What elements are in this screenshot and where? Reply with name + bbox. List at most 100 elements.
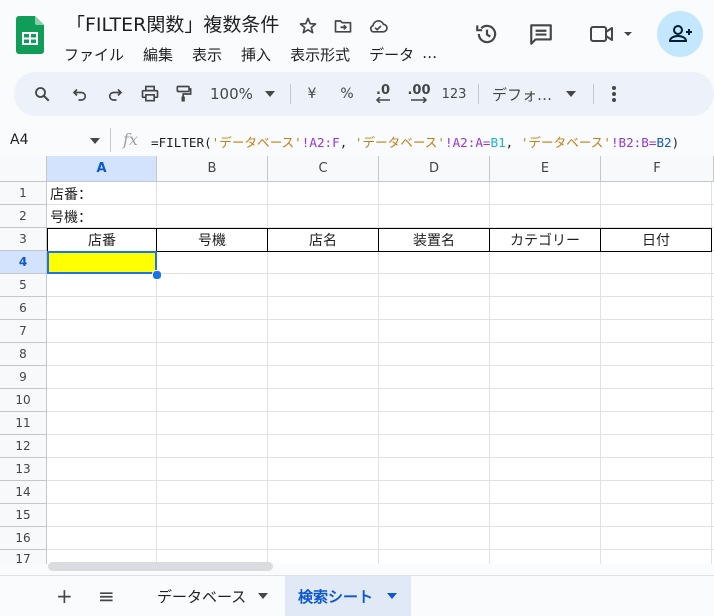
arrow-left-icon xyxy=(375,97,390,103)
redo-icon xyxy=(108,88,123,101)
chevron-down-icon xyxy=(264,91,275,97)
sheet-tab-search[interactable]: 検索シート xyxy=(285,576,411,616)
select-all-corner[interactable] xyxy=(0,156,47,182)
cell-d3[interactable]: 装置名 xyxy=(379,228,490,252)
column-header-e[interactable]: E xyxy=(490,156,601,182)
row-header[interactable]: 13 xyxy=(0,458,47,481)
document-title[interactable]: 「FILTER関数」複数条件 xyxy=(66,10,279,37)
share-button[interactable] xyxy=(657,11,703,57)
column-header-a[interactable]: A xyxy=(47,156,157,182)
formula-range: !B2:B= xyxy=(610,135,657,150)
decrease-decimal-button[interactable]: .0 xyxy=(370,72,396,116)
search-icon xyxy=(35,87,50,102)
row-header-active[interactable]: 4 xyxy=(0,251,47,274)
row-header[interactable]: 14 xyxy=(0,481,47,504)
print-icon xyxy=(141,85,159,102)
column-header-b[interactable]: B xyxy=(157,156,268,182)
toolbar-divider xyxy=(593,84,594,104)
row-header[interactable]: 6 xyxy=(0,297,47,320)
cell-e3[interactable]: カテゴリー xyxy=(490,228,601,252)
column-header-f[interactable]: F xyxy=(601,156,714,182)
row-header[interactable]: 3 xyxy=(0,228,47,251)
add-sheet-button[interactable]: + xyxy=(56,576,73,616)
search-menus-button[interactable] xyxy=(30,72,54,116)
row-header[interactable]: 1 xyxy=(0,182,47,205)
percent-format-button[interactable]: % xyxy=(335,72,359,116)
fill-handle[interactable] xyxy=(152,270,162,280)
cell-c3[interactable]: 店名 xyxy=(268,228,379,252)
menu-view[interactable]: 表示 xyxy=(192,44,222,65)
row-header[interactable]: 9 xyxy=(0,366,47,389)
cell-b3[interactable]: 号機 xyxy=(157,228,268,252)
row-header[interactable]: 5 xyxy=(0,274,47,297)
cloud-status-icon[interactable] xyxy=(367,16,389,36)
formula-ref: B1 xyxy=(490,135,506,150)
menu-data[interactable]: データ xyxy=(369,44,414,65)
print-button[interactable] xyxy=(138,72,162,116)
cell-a3[interactable]: 店番 xyxy=(47,228,157,252)
sheets-logo-icon[interactable] xyxy=(16,16,44,54)
cell-f3[interactable]: 日付 xyxy=(601,228,712,252)
formula-string: 'データベース' xyxy=(520,135,611,150)
undo-button[interactable] xyxy=(68,72,92,116)
menu-insert[interactable]: 挿入 xyxy=(241,44,271,65)
font-value: デフォ… xyxy=(492,85,553,104)
toolbar: 100% ¥ % .0 .00 123 デフォ… xyxy=(14,72,714,116)
more-options-button[interactable] xyxy=(602,72,626,116)
menu-bar: ファイル 編集 表示 挿入 表示形式 データ … xyxy=(64,44,456,65)
all-sheets-button[interactable]: ≡ xyxy=(98,576,116,616)
increase-decimal-button[interactable]: .00 xyxy=(404,72,434,116)
row-header[interactable]: 17 xyxy=(0,550,47,564)
spreadsheet-grid: A B C D E F 1 2 3 4 5 6 7 8 9 10 11 12 1… xyxy=(0,156,714,564)
toolbar-divider xyxy=(290,84,291,104)
column-header-c[interactable]: C xyxy=(268,156,379,182)
row-header[interactable]: 10 xyxy=(0,389,47,412)
cell-a2[interactable]: 号機： xyxy=(47,205,157,228)
chevron-down-icon xyxy=(387,593,398,599)
chevron-down-icon[interactable] xyxy=(90,138,100,144)
comment-icon[interactable] xyxy=(528,21,554,47)
formula-string: 'データベース' xyxy=(354,135,445,150)
add-person-icon xyxy=(668,25,692,42)
arrow-right-icon xyxy=(411,97,428,103)
zoom-select[interactable]: 100% xyxy=(210,72,282,116)
currency-format-button[interactable]: ¥ xyxy=(300,72,324,116)
font-select[interactable]: デフォ… xyxy=(492,72,582,116)
row-header[interactable]: 15 xyxy=(0,504,47,527)
star-icon[interactable] xyxy=(298,16,318,36)
row-header[interactable]: 12 xyxy=(0,435,47,458)
row-header[interactable]: 11 xyxy=(0,412,47,435)
move-folder-icon[interactable] xyxy=(333,16,353,36)
sheet-tab-label: 検索シート xyxy=(298,587,374,606)
formula-part: , xyxy=(505,135,521,150)
formula-part: ) xyxy=(671,135,680,150)
version-history-icon[interactable] xyxy=(474,21,500,47)
active-cell-a4[interactable] xyxy=(47,251,157,274)
paint-format-button[interactable] xyxy=(172,72,196,116)
menu-edit[interactable]: 編集 xyxy=(143,44,173,65)
row-header[interactable]: 8 xyxy=(0,343,47,366)
meet-camera-icon[interactable] xyxy=(588,22,634,46)
menu-more[interactable]: … xyxy=(422,44,437,65)
row-header[interactable]: 16 xyxy=(0,527,47,550)
more-formats-button[interactable]: 123 xyxy=(440,72,468,116)
chevron-down-icon xyxy=(566,91,577,97)
column-header-d[interactable]: D xyxy=(379,156,490,182)
row-header[interactable]: 7 xyxy=(0,320,47,343)
formula-range: !A2:F xyxy=(301,135,340,150)
row-header[interactable]: 2 xyxy=(0,205,47,228)
redo-button[interactable] xyxy=(103,72,127,116)
menu-file[interactable]: ファイル xyxy=(64,44,124,65)
formula-range: !A2:A= xyxy=(444,135,491,150)
formula-part: =FILTER( xyxy=(151,135,212,150)
horizontal-scrollbar[interactable] xyxy=(48,562,273,571)
toolbar-divider xyxy=(478,84,479,104)
sheet-tab-database[interactable]: データベース xyxy=(157,576,269,616)
menu-format[interactable]: 表示形式 xyxy=(290,44,350,65)
formula-divider xyxy=(110,128,111,152)
cell-a1[interactable]: 店番： xyxy=(47,182,157,205)
name-box[interactable]: A4 xyxy=(10,132,28,148)
fx-icon: fx xyxy=(123,130,138,149)
formula-ref: B2 xyxy=(656,135,672,150)
formula-input[interactable]: =FILTER('データベース'!A2:F, 'データベース'!A2:A=B1,… xyxy=(151,132,679,151)
